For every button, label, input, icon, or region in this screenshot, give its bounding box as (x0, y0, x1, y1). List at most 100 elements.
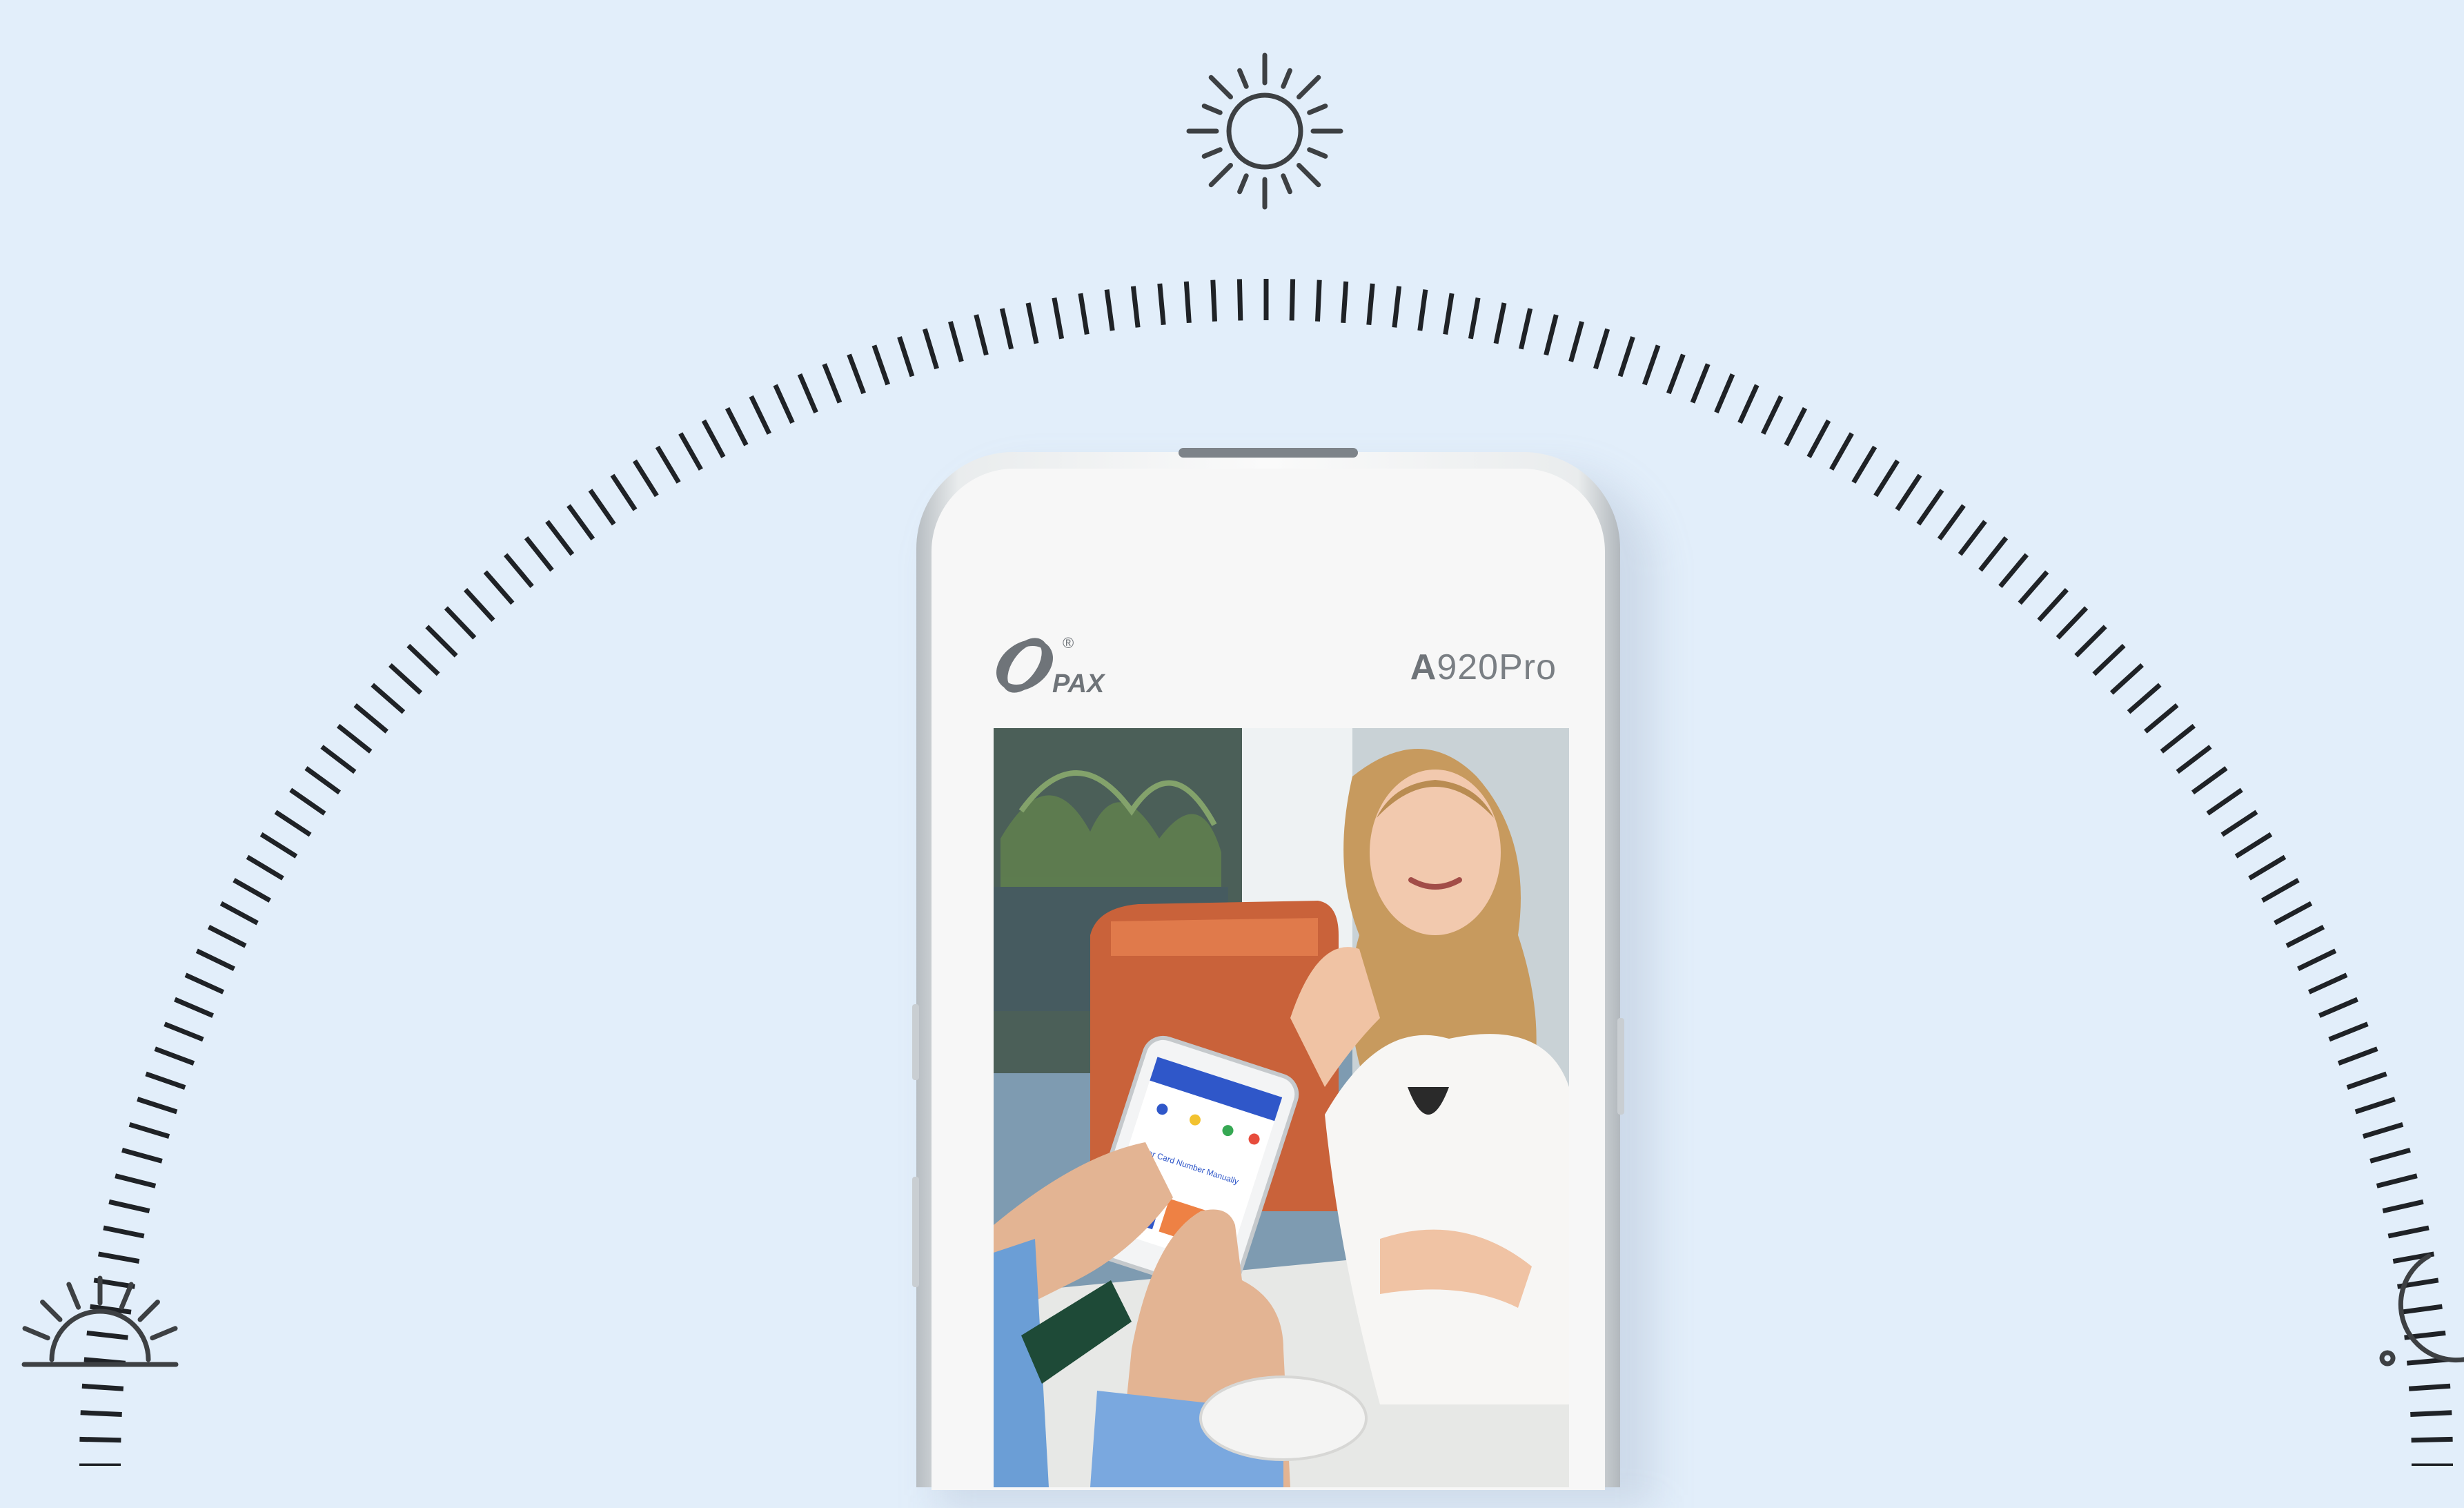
dial-tick (233, 878, 271, 903)
dial-tick (504, 553, 534, 588)
dial-tick (1544, 314, 1559, 356)
terminal-frame: PAX ® A920Pro Enter Card Number Manually (912, 448, 1624, 1490)
dial-tick (81, 1383, 124, 1391)
dial-tick (2127, 683, 2162, 714)
dial-tick (304, 766, 342, 795)
dial-tick (2274, 901, 2313, 926)
dial-tick (1183, 281, 1192, 324)
dial-tick (353, 703, 388, 734)
side-button-left-2 (912, 1177, 919, 1287)
dial-tick (1417, 289, 1428, 331)
dial-tick (2248, 854, 2287, 881)
dial-tick (610, 473, 638, 511)
dial-tick (1690, 363, 1711, 404)
dial-tick (79, 1436, 121, 1443)
dial-tick (137, 1097, 178, 1115)
dial-tick (655, 445, 681, 484)
dial-tick (195, 948, 235, 971)
dial-tick (2092, 643, 2126, 676)
dial-tick (2411, 1436, 2453, 1443)
dial-tick (1714, 373, 1735, 413)
dial-tick (1617, 336, 1635, 378)
sun-icon (1186, 52, 1343, 210)
dial-tick (337, 723, 373, 754)
brand-name: PAX (1052, 669, 1106, 698)
dial-tick (1958, 520, 1987, 556)
dial-tick (999, 308, 1014, 350)
dial-tick (219, 901, 259, 926)
dial-tick (922, 328, 939, 370)
dial-tick (121, 1148, 163, 1164)
dial-tick (274, 810, 312, 837)
dial-tick (974, 314, 989, 356)
dial-tick (1784, 407, 1808, 447)
dial-tick (588, 489, 616, 526)
dial-tick (259, 832, 298, 859)
dial-tick (2410, 1410, 2452, 1417)
dial-tick (1916, 489, 1944, 526)
dial-tick (320, 745, 357, 774)
dial-tick (1829, 432, 1854, 471)
dial-tick (289, 787, 326, 816)
dial-tick (1493, 302, 1507, 344)
screen-photo: Enter Card Number Manually (994, 728, 1569, 1487)
dial-tick (464, 588, 495, 623)
dial-tick (2307, 972, 2348, 995)
dial-tick (2328, 1021, 2369, 1042)
dial-tick (1806, 419, 1831, 458)
dial-tick (1568, 321, 1584, 362)
dial-tick (1737, 384, 1760, 424)
dial-tick (371, 683, 406, 714)
speaker-slot (1179, 448, 1358, 458)
dial-tick (2408, 1383, 2451, 1391)
dial-tick (1366, 283, 1375, 326)
dial-tick (1998, 553, 2029, 588)
sunrise-icon (21, 1275, 179, 1367)
dial-tick (184, 972, 225, 995)
dial-tick (1078, 293, 1090, 335)
dial-tick (1210, 280, 1217, 322)
dial-tick (2382, 1199, 2424, 1214)
dial-tick (1851, 445, 1877, 484)
dial-tick (108, 1199, 150, 1214)
dial-tick (1157, 283, 1166, 326)
dial-tick (97, 1251, 140, 1264)
dial-tick (797, 373, 818, 413)
dial-tick (174, 997, 214, 1018)
dial-tick (2318, 997, 2358, 1018)
dial-tick (1236, 279, 1243, 321)
dial-tick (725, 407, 749, 447)
dial-tick (566, 504, 595, 541)
dial-tick (822, 363, 842, 404)
dial-tick (948, 321, 964, 362)
dial-tick (871, 344, 891, 386)
dial-tick (2176, 745, 2212, 774)
pax-logo: PAX ® (996, 634, 1106, 698)
dial-tick (145, 1071, 186, 1090)
dial-tick (1052, 297, 1065, 340)
side-button-left-1 (912, 1004, 919, 1080)
dial-tick (444, 606, 477, 640)
dial-tick (1873, 459, 1900, 498)
dial-tick (1468, 297, 1481, 340)
dial-tick (1315, 280, 1322, 322)
dial-tick (2369, 1148, 2411, 1164)
registered-mark: ® (1063, 634, 1074, 652)
dial-tick (1104, 289, 1115, 331)
dial-tick (2056, 606, 2089, 640)
dial-tick (1130, 286, 1141, 328)
dial-tick (2285, 924, 2325, 948)
dial-tick (2109, 663, 2144, 695)
dial-tick (2074, 625, 2107, 658)
model-prefix: A (1410, 647, 1437, 687)
dial-tick (80, 1410, 122, 1417)
dial-tick (773, 384, 795, 424)
dial-tick (2206, 787, 2243, 816)
payment-terminal: PAX ® A920Pro Enter Card Number Manually (912, 448, 1655, 1508)
dial-tick (388, 663, 423, 695)
dial-tick (1443, 293, 1455, 335)
dial-tick (1642, 344, 1661, 386)
dial-tick (2376, 1173, 2418, 1188)
dial-tick (1666, 353, 1686, 395)
dial-tick (678, 432, 703, 471)
